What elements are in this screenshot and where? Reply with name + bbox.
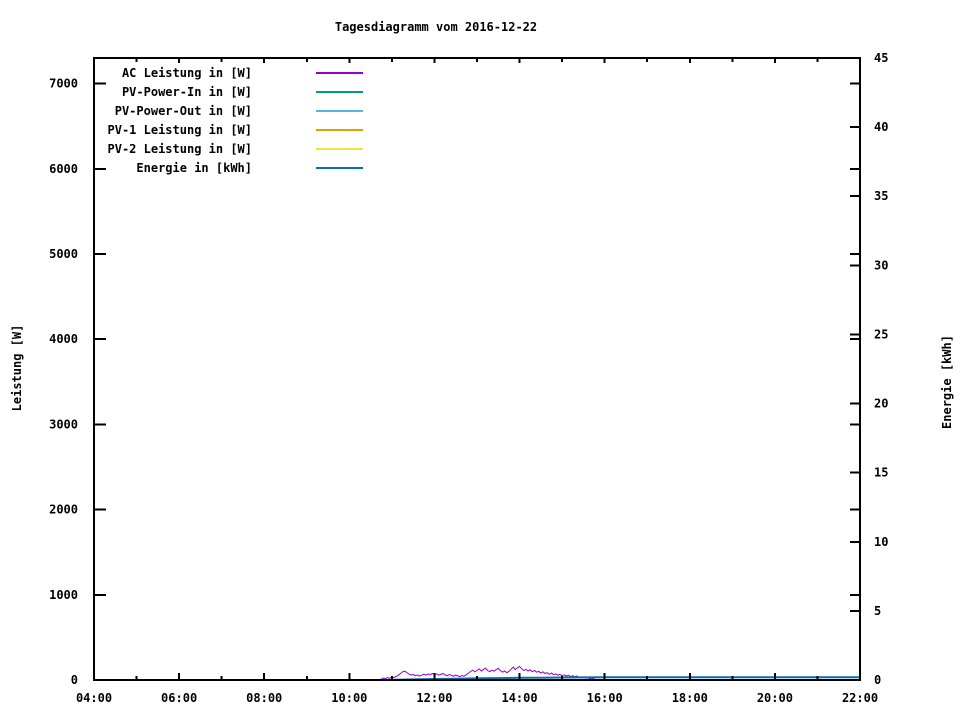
legend-entry: AC Leistung in [W] — [94, 63, 363, 82]
legend-entry: PV-Power-Out in [W] — [94, 101, 363, 120]
y1-tick-label: 6000 — [49, 162, 78, 176]
x-tick-label: 10:00 — [331, 691, 367, 705]
legend-line-sample — [316, 71, 363, 74]
legend-label: PV-Power-Out in [W] — [114, 103, 252, 118]
x-tick-label: 16:00 — [587, 691, 623, 705]
x-tick-label: 14:00 — [501, 691, 537, 705]
y1-tick-label: 7000 — [49, 77, 78, 91]
chart-canvas: Tagesdiagramm vom 2016-12-22 Leistung [W… — [0, 0, 960, 720]
x-tick-label: 20:00 — [757, 691, 793, 705]
y2-tick-label: 45 — [874, 51, 888, 65]
x-tick-label: 22:00 — [842, 691, 878, 705]
y2-tick-label: 5 — [874, 604, 881, 618]
y2-tick-label: 40 — [874, 120, 888, 134]
legend-label: AC Leistung in [W] — [121, 65, 252, 80]
y1-tick-label: 1000 — [49, 588, 78, 602]
legend-line-sample — [316, 147, 363, 150]
legend-entry: PV-2 Leistung in [W] — [94, 139, 363, 158]
y2-tick-label: 30 — [874, 258, 888, 272]
legend-line-sample — [316, 109, 363, 112]
y1-tick-label: 4000 — [49, 332, 78, 346]
x-tick-label: 06:00 — [161, 691, 197, 705]
y2-tick-label: 15 — [874, 466, 888, 480]
legend-line-sample — [316, 166, 363, 169]
x-tick-label: 18:00 — [672, 691, 708, 705]
legend: AC Leistung in [W] PV-Power-In in [W] PV-P… — [94, 63, 363, 177]
y1-tick-label: 0 — [71, 673, 78, 687]
legend-label: PV-2 Leistung in [W] — [107, 141, 253, 156]
legend-line-sample — [316, 90, 363, 93]
y2-tick-label: 25 — [874, 327, 888, 341]
y1-tick-label: 2000 — [49, 503, 78, 517]
y1-tick-label: 3000 — [49, 417, 78, 431]
legend-entry: Energie in [kWh] — [94, 158, 363, 177]
legend-label: Energie in [kWh] — [136, 160, 252, 175]
y2-tick-label: 10 — [874, 535, 888, 549]
legend-line-sample — [316, 128, 363, 131]
y2-tick-label: 0 — [874, 673, 881, 687]
x-tick-label: 04:00 — [76, 691, 112, 705]
legend-label: PV-Power-In in [W] — [121, 84, 252, 99]
x-tick-label: 08:00 — [246, 691, 282, 705]
legend-entry: PV-1 Leistung in [W] — [94, 120, 363, 139]
legend-entry: PV-Power-In in [W] — [94, 82, 363, 101]
x-tick-label: 12:00 — [416, 691, 452, 705]
y1-tick-label: 5000 — [49, 247, 78, 261]
y2-tick-label: 20 — [874, 397, 888, 411]
legend-label: PV-1 Leistung in [W] — [107, 122, 253, 137]
y2-tick-label: 35 — [874, 189, 888, 203]
